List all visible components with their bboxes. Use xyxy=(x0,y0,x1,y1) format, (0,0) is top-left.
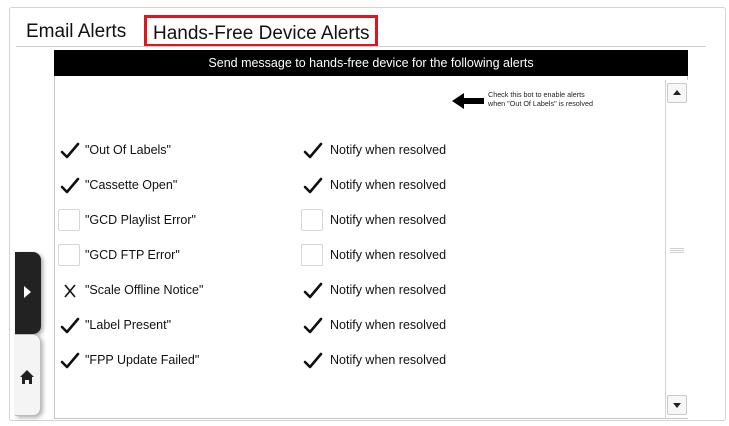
check-icon xyxy=(303,282,323,299)
check-icon xyxy=(303,352,323,369)
tab-divider xyxy=(16,46,706,47)
alert-checkbox[interactable] xyxy=(58,349,80,371)
check-icon xyxy=(60,352,80,369)
check-icon xyxy=(303,317,323,334)
check-icon xyxy=(60,177,80,194)
hint-line-2: when "Out Of Labels" is resolved xyxy=(488,99,593,108)
scrollbar[interactable] xyxy=(665,80,688,418)
alert-label: "Out Of Labels" xyxy=(85,143,171,157)
triangle-up-icon xyxy=(673,90,681,95)
alert-row: "GCD Playlist Error" Notify when resolved xyxy=(1,209,635,243)
alert-row: "GCD FTP Error" Notify when resolved xyxy=(1,244,635,278)
tab-email-alerts[interactable]: Email Alerts xyxy=(26,17,126,47)
check-icon xyxy=(60,142,80,159)
scroll-down-button[interactable] xyxy=(667,395,687,415)
alert-row: "Scale Offline Notice" Notify when resolv… xyxy=(1,279,635,313)
notify-checkbox[interactable] xyxy=(301,349,323,371)
notify-label: Notify when resolved xyxy=(330,283,447,297)
expand-panel-button[interactable] xyxy=(15,252,41,334)
notify-label: Notify when resolved xyxy=(330,213,447,227)
hint-line-1: Check this bot to enable alerts xyxy=(488,90,585,99)
alert-checkbox[interactable] xyxy=(58,244,80,266)
alert-checkbox[interactable] xyxy=(58,314,80,336)
alert-row: "FPP Update Failed" Notify when resolved xyxy=(1,349,635,383)
check-icon xyxy=(60,317,80,334)
scroll-grip[interactable] xyxy=(670,248,684,254)
alert-checkbox[interactable] xyxy=(58,279,80,301)
alert-label: "Scale Offline Notice" xyxy=(85,283,204,297)
notify-label: Notify when resolved xyxy=(330,248,447,262)
notify-checkbox[interactable] xyxy=(301,314,323,336)
alert-checkbox[interactable] xyxy=(58,209,80,231)
home-icon xyxy=(20,370,34,384)
notify-label: Notify when resolved xyxy=(330,178,447,192)
tab-hands-free-device-alerts[interactable]: Hands-Free Device Alerts xyxy=(144,15,379,47)
check-icon xyxy=(303,177,323,194)
alerts-header: Send message to hands-free device for th… xyxy=(54,50,688,76)
x-icon xyxy=(64,284,76,298)
alert-label: "GCD FTP Error" xyxy=(85,248,180,262)
alert-label: "Label Present" xyxy=(85,318,172,332)
notify-checkbox[interactable] xyxy=(301,244,323,266)
hint-text: Check this bot to enable alerts when "Ou… xyxy=(488,90,593,108)
notify-label: Notify when resolved xyxy=(330,353,447,367)
alert-checkbox[interactable] xyxy=(58,139,80,161)
alert-row: "Cassette Open" Notify when resolved xyxy=(1,174,635,208)
arrow-left-icon xyxy=(452,93,484,109)
alert-label: "FPP Update Failed" xyxy=(85,353,200,367)
notify-checkbox[interactable] xyxy=(301,209,323,231)
notify-checkbox[interactable] xyxy=(301,279,323,301)
notify-checkbox[interactable] xyxy=(301,174,323,196)
scroll-up-button[interactable] xyxy=(667,83,687,103)
check-icon xyxy=(303,142,323,159)
alert-checkbox[interactable] xyxy=(58,174,80,196)
notify-label: Notify when resolved xyxy=(330,143,447,157)
alert-label: "GCD Playlist Error" xyxy=(85,213,196,227)
alert-label: "Cassette Open" xyxy=(85,178,178,192)
home-button[interactable] xyxy=(15,334,41,416)
notify-label: Notify when resolved xyxy=(330,318,447,332)
chevron-right-icon xyxy=(24,286,31,298)
triangle-down-icon xyxy=(673,403,681,408)
notify-checkbox[interactable] xyxy=(301,139,323,161)
alert-row: "Out Of Labels" Notify when resolved xyxy=(1,139,635,173)
alert-row: "Label Present" Notify when resolved xyxy=(1,314,635,348)
